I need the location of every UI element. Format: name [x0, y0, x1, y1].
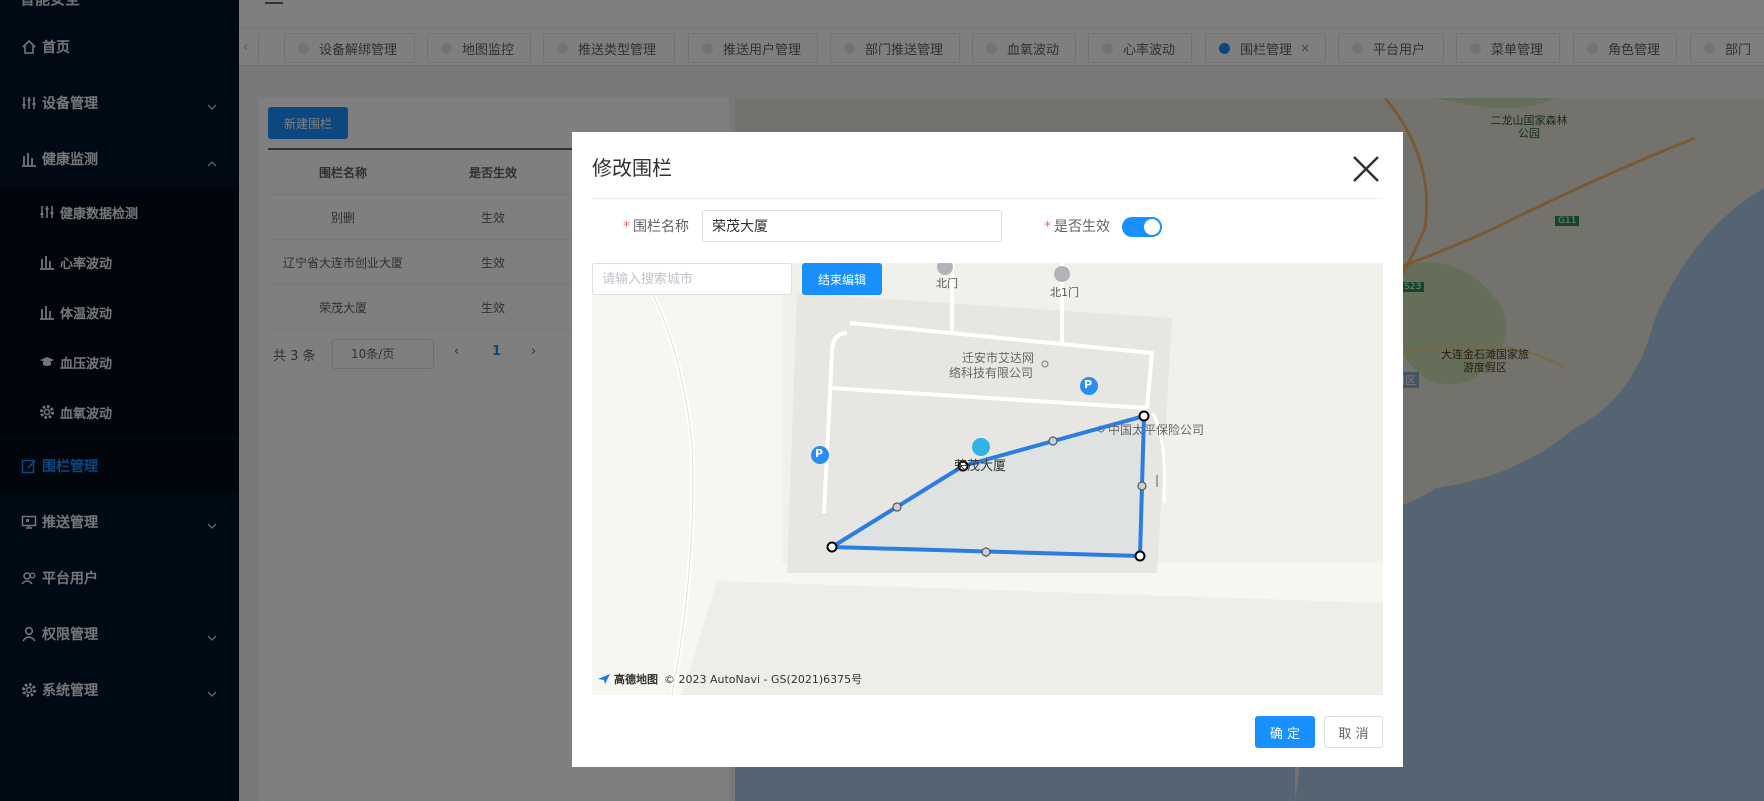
- edit-fence-dialog: 修改围栏 *围栏名称 *是否生效: [572, 132, 1403, 767]
- map-label-insurance: 中国太平保险公司: [1108, 423, 1205, 437]
- label-text: 是否生效: [1054, 219, 1110, 235]
- fence-name-label: * 围栏名称: [623, 219, 689, 235]
- toggle-knob: [1144, 219, 1160, 235]
- active-toggle[interactable]: [1122, 217, 1162, 237]
- map-label-north-gate-1: 北1门: [1050, 286, 1079, 299]
- amap-logo-text: 高德地图: [614, 673, 658, 686]
- map-label-company: 络科技有限公司: [949, 366, 1034, 380]
- divider: [592, 198, 1383, 199]
- end-edit-button[interactable]: 结束编辑: [802, 263, 882, 295]
- map-label-building: 荣茂大厦: [954, 459, 1007, 474]
- fence-name-input[interactable]: [702, 210, 1002, 242]
- parking-icon: P: [1084, 378, 1093, 391]
- map-copyright: © 2023 AutoNavi - GS(2021)6375号: [664, 673, 863, 686]
- close-icon[interactable]: [1351, 154, 1381, 184]
- map-label-north-gate: 北门: [936, 277, 958, 290]
- amap-logo-icon: [598, 674, 610, 684]
- city-search-input[interactable]: [592, 263, 792, 295]
- parking-icon: P: [815, 447, 824, 460]
- dialog-title: 修改围栏: [592, 156, 672, 180]
- cancel-button[interactable]: 取 消: [1324, 716, 1383, 748]
- label-text: 围栏名称: [633, 219, 689, 235]
- map-attribution: 高德地图 © 2023 AutoNavi - GS(2021)6375号: [597, 671, 862, 687]
- active-label: * 是否生效: [1044, 219, 1110, 235]
- fence-map-graphic: [592, 263, 1383, 695]
- confirm-button[interactable]: 确 定: [1255, 716, 1315, 748]
- fence-map[interactable]: 北门 北1门 迁安市艾达网 络科技有限公司 中国太平保险公司 荣茂大厦 P P …: [592, 263, 1383, 695]
